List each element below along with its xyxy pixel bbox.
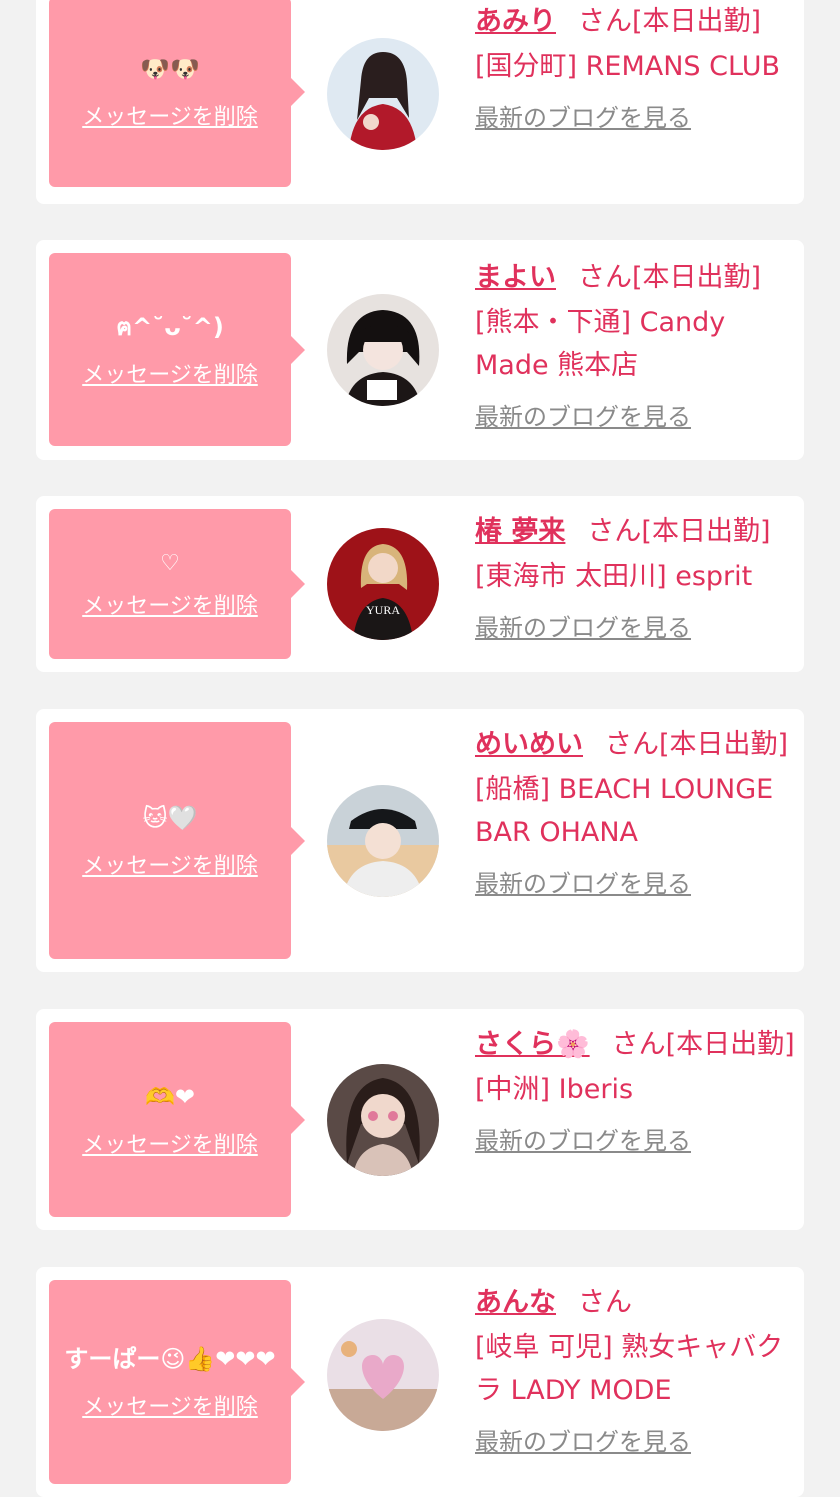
cast-info: まよい さん[本日出勤] [熊本・下通] Candy Made 熊本店 最新のブロ…	[475, 256, 795, 433]
delete-message-link[interactable]: メッセージを削除	[82, 588, 258, 620]
cast-name-link[interactable]: まよい	[475, 262, 556, 293]
avatar[interactable]: YURA	[327, 528, 439, 640]
message-bubble: 🫶❤ メッセージを削除	[49, 1022, 305, 1217]
avatar[interactable]	[327, 785, 439, 897]
shop-name: [中洲] Iberis	[475, 1074, 634, 1105]
avatar[interactable]	[327, 1319, 439, 1431]
svg-text:YURA: YURA	[366, 603, 400, 617]
message-bubble: すーぱー😉👍❤❤❤ メッセージを削除	[49, 1280, 305, 1484]
message-bubble: 🐱🤍 メッセージを削除	[49, 722, 305, 959]
honorific: さん	[578, 6, 632, 37]
shop-name: [東海市 太田川] esprit	[475, 561, 753, 592]
message-bubble: ฅ^˘ᴗ˘^) メッセージを削除	[49, 253, 305, 446]
cast-name-link[interactable]: あんな	[475, 1287, 556, 1318]
message-text: ♡	[160, 551, 180, 576]
shop-name: [船橋] BEACH LOUNGE BAR OHANA	[475, 774, 774, 848]
message-list: 🐶🐶 メッセージを削除 あみり さん[本日出勤] [国分町] REMANS CLU…	[0, 0, 840, 1497]
latest-blog-link[interactable]: 最新のブログを見る	[475, 102, 691, 134]
cast-info: 椿 夢来 さん[本日出勤] [東海市 太田川] esprit 最新のブログを見る	[475, 510, 795, 644]
cast-info: あんな さん [岐阜 可児] 熟女キャバクラ LADY MODE 最新のブログを見…	[475, 1281, 795, 1458]
status-text: [本日出勤]	[632, 6, 762, 37]
message-bubble: 🐶🐶 メッセージを削除	[49, 0, 305, 187]
avatar[interactable]	[327, 1064, 439, 1176]
cast-info: さくら🌸 さん[本日出勤] [中洲] Iberis 最新のブログを見る	[475, 1023, 795, 1157]
latest-blog-link[interactable]: 最新のブログを見る	[475, 1125, 691, 1157]
status-text: [本日出勤]	[632, 262, 762, 293]
cast-name-link[interactable]: さくら🌸	[475, 1029, 590, 1060]
shop-name: [熊本・下通] Candy Made 熊本店	[475, 307, 726, 381]
latest-blog-link[interactable]: 最新のブログを見る	[475, 401, 691, 433]
delete-message-link[interactable]: メッセージを削除	[82, 848, 258, 880]
honorific: さん	[611, 1029, 666, 1060]
delete-message-link[interactable]: メッセージを削除	[82, 1389, 258, 1421]
message-card: ♡ メッセージを削除 YURA 椿 夢来 さん[本日出勤] [東海市 太田川] e…	[36, 496, 804, 672]
cast-name-link[interactable]: めいめい	[475, 729, 583, 760]
honorific: さん	[578, 1287, 632, 1318]
message-card: すーぱー😉👍❤❤❤ メッセージを削除 あんな さん [岐阜 可児] 熟女キャバクラ…	[36, 1267, 804, 1497]
delete-message-link[interactable]: メッセージを削除	[82, 99, 258, 131]
cast-info: あみり さん[本日出勤] [国分町] REMANS CLUB 最新のブログを見る	[475, 0, 795, 134]
status-text: [本日出勤]	[665, 1029, 795, 1060]
shop-name: [国分町] REMANS CLUB	[475, 51, 780, 82]
message-card: ฅ^˘ᴗ˘^) メッセージを削除 まよい さん[本日出勤] [熊本・下通] Can…	[36, 240, 804, 460]
message-card: 🐱🤍 メッセージを削除 めいめい さん[本日出勤] [船橋] BEACH LOUN…	[36, 709, 804, 972]
avatar[interactable]	[327, 294, 439, 406]
delete-message-link[interactable]: メッセージを削除	[82, 357, 258, 389]
honorific: さん	[578, 262, 632, 293]
honorific: さん	[605, 729, 659, 760]
message-text: すーぱー😉👍❤❤❤	[64, 1345, 276, 1373]
delete-message-link[interactable]: メッセージを削除	[82, 1127, 258, 1159]
avatar[interactable]	[327, 38, 439, 150]
message-card: 🫶❤ メッセージを削除 さくら🌸 さん[本日出勤] [中洲] Iberis 最新の…	[36, 1009, 804, 1230]
cast-name-link[interactable]: 椿 夢来	[475, 516, 565, 547]
message-card: 🐶🐶 メッセージを削除 あみり さん[本日出勤] [国分町] REMANS CLU…	[36, 0, 804, 204]
message-text: 🐶🐶	[140, 55, 200, 83]
message-bubble: ♡ メッセージを削除	[49, 509, 305, 659]
cast-name-link[interactable]: あみり	[475, 6, 556, 37]
status-text: [本日出勤]	[659, 729, 789, 760]
message-text: ฅ^˘ᴗ˘^)	[116, 312, 224, 341]
cast-info: めいめい さん[本日出勤] [船橋] BEACH LOUNGE BAR OHANA…	[475, 723, 795, 900]
honorific: さん	[587, 516, 642, 547]
message-text: 🐱🤍	[142, 803, 198, 832]
latest-blog-link[interactable]: 最新のブログを見る	[475, 868, 691, 900]
shop-name: [岐阜 可児] 熟女キャバクラ LADY MODE	[475, 1332, 784, 1406]
status-text: [本日出勤]	[641, 516, 771, 547]
message-text: 🫶❤	[145, 1082, 195, 1111]
latest-blog-link[interactable]: 最新のブログを見る	[475, 1426, 691, 1458]
latest-blog-link[interactable]: 最新のブログを見る	[475, 612, 691, 644]
